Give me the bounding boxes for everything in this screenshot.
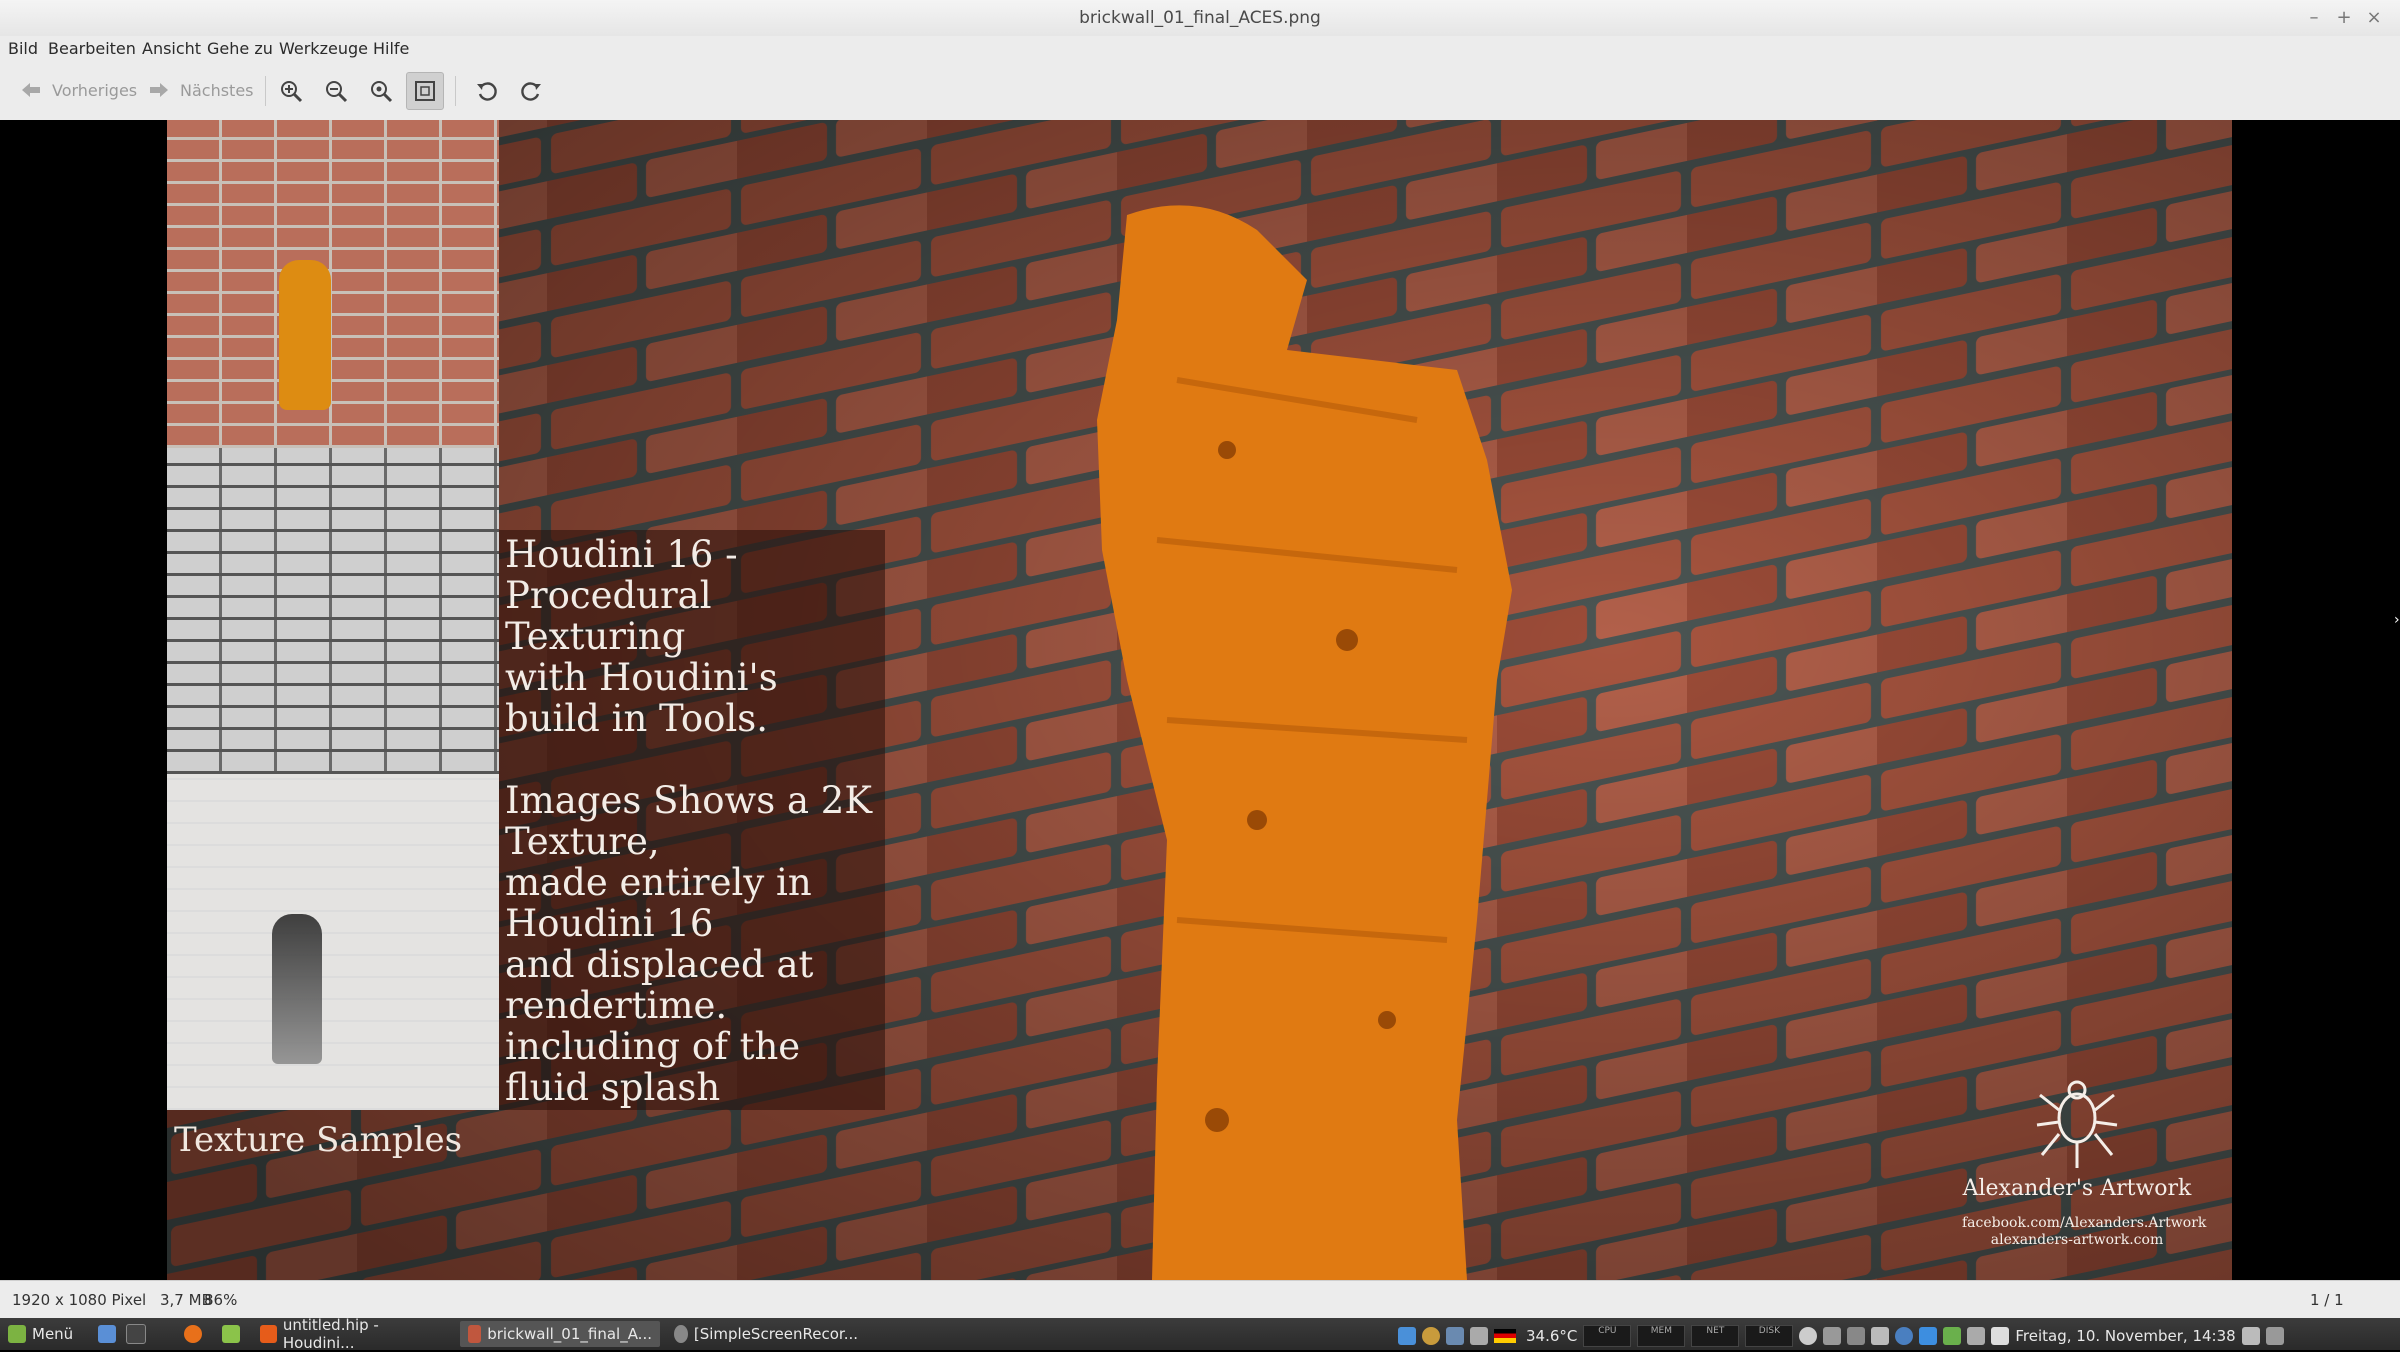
brand-logo: Alexander's Artwork facebook.com/Alexand…: [1962, 1070, 2207, 1249]
mem-label: MEM: [1650, 1326, 1672, 1336]
image-position: 1 / 1: [2310, 1291, 2344, 1309]
desktop-icon: [98, 1325, 116, 1343]
task-label: untitled.hip - Houdini...: [282, 1316, 379, 1352]
clock[interactable]: Freitag, 10. November, 14:38: [2015, 1327, 2235, 1345]
task-screen-recorder[interactable]: [SimpleScreenRecor...: [666, 1321, 866, 1347]
terminal-icon: [126, 1324, 146, 1344]
taskbar: Menü untitled.hip - Houdini... brickwall…: [0, 1316, 2400, 1352]
cpu-label: CPU: [1598, 1326, 1617, 1336]
volume-icon[interactable]: [1871, 1327, 1890, 1345]
texture-samples-caption: Texture Samples: [174, 1120, 463, 1160]
previous-button[interactable]: Vorheriges: [20, 72, 137, 108]
brand-facebook: facebook.com/Alexanders.Artwork: [1962, 1215, 2207, 1231]
overlay-body: Images Shows a 2K Texture, made entirely…: [505, 779, 872, 1109]
cpu-graph: CPU: [1583, 1325, 1632, 1347]
recorder-icon: [674, 1325, 688, 1343]
image-viewport[interactable]: Houdini 16 - Procedural Texturing with H…: [0, 120, 2400, 1280]
mint-menu-icon: [8, 1325, 26, 1343]
texture-sample-displacement: [167, 448, 499, 774]
image-viewer-icon: [468, 1325, 482, 1343]
net-graph: NET: [1691, 1325, 1740, 1347]
launcher-terminal[interactable]: [118, 1321, 154, 1347]
status-bar: 1920 x 1080 Pixel 3,7 MB 86% 1 / 1: [0, 1280, 2400, 1319]
calendar-icon[interactable]: [1991, 1327, 2010, 1345]
overlay-heading: Houdini 16 - Procedural Texturing with H…: [505, 533, 778, 740]
zoom-fit-button[interactable]: [406, 72, 444, 110]
next-label: Nächstes: [180, 80, 254, 100]
start-menu-label: Menü: [32, 1325, 74, 1343]
network-icon[interactable]: [1398, 1327, 1416, 1345]
next-button[interactable]: Nächstes: [148, 72, 254, 108]
brand-name: Alexander's Artwork: [1962, 1176, 2192, 1201]
disk-graph: DISK: [1745, 1325, 1794, 1347]
houdini-icon: [260, 1325, 277, 1343]
close-icon[interactable]: ×: [2360, 4, 2388, 32]
image-dimensions: 1920 x 1080 Pixel: [12, 1291, 147, 1309]
show-desktop-icon[interactable]: [2265, 1327, 2284, 1345]
rotate-left-icon: [477, 82, 497, 101]
fit-window-icon: [415, 81, 435, 101]
launcher-firefox[interactable]: [176, 1321, 210, 1347]
menu-gehe-zu[interactable]: Gehe zu: [207, 39, 273, 58]
zoom-original-icon: [371, 81, 393, 103]
brand-website: alexanders-artwork.com: [1990, 1232, 2164, 1248]
wifi-icon[interactable]: [1895, 1327, 1914, 1345]
toolbar: Vorheriges Nächstes: [0, 62, 2400, 121]
rotate-right-button[interactable]: [512, 72, 550, 110]
previous-label: Vorheriges: [52, 80, 138, 100]
maximize-icon[interactable]: +: [2330, 4, 2358, 32]
spider-logo-icon: [2036, 1080, 2118, 1168]
menu-bearbeiten[interactable]: Bearbeiten: [48, 39, 136, 58]
texture-sample-color: [167, 120, 499, 448]
zoom-in-button[interactable]: [272, 72, 310, 110]
launcher-files[interactable]: [214, 1321, 248, 1347]
system-tray: 34.6°C CPU MEM NET DISK Freitag, 10. Nov…: [1398, 1325, 2284, 1347]
rotate-left-button[interactable]: [468, 72, 506, 110]
toolbar-separator: [455, 76, 456, 106]
menu-bar: Bild Bearbeiten Ansicht Gehe zu Werkzeug…: [0, 36, 2400, 62]
keyboard-icon[interactable]: [1470, 1327, 1488, 1345]
window-title: brickwall_01_final_ACES.png: [1079, 8, 1321, 28]
menu-ansicht[interactable]: Ansicht: [142, 39, 201, 58]
chat-icon[interactable]: [2241, 1327, 2260, 1345]
texture-samples: [167, 120, 499, 1110]
clipboard-icon[interactable]: [1823, 1327, 1842, 1345]
rotate-right-icon: [521, 82, 541, 101]
task-houdini[interactable]: untitled.hip - Houdini...: [252, 1316, 452, 1352]
update-icon[interactable]: [1446, 1327, 1464, 1345]
toolbar-separator: [265, 76, 266, 106]
zoom-normal-button[interactable]: [362, 72, 400, 110]
weather-icon[interactable]: [1422, 1327, 1440, 1345]
texture-sample-mask: [167, 774, 499, 1110]
menu-hilfe[interactable]: Hilfe: [373, 39, 409, 58]
settings-icon[interactable]: [1847, 1327, 1866, 1345]
zoom-out-button[interactable]: [317, 72, 355, 110]
arrow-left-icon: [22, 83, 40, 97]
shield-icon[interactable]: [1943, 1327, 1962, 1345]
menu-werkzeuge[interactable]: Werkzeuge: [279, 39, 368, 58]
displayed-image: Houdini 16 - Procedural Texturing with H…: [167, 120, 2232, 1280]
task-label: [SimpleScreenRecor...: [693, 1325, 858, 1343]
mouse-cursor: ›: [2394, 612, 2400, 628]
net-label: NET: [1706, 1326, 1725, 1336]
minimize-icon[interactable]: –: [2300, 4, 2328, 32]
task-image-viewer[interactable]: brickwall_01_final_A...: [460, 1321, 660, 1347]
task-label: brickwall_01_final_A...: [487, 1325, 652, 1343]
disk-label: DISK: [1758, 1326, 1780, 1336]
folder-icon: [222, 1325, 240, 1343]
firefox-icon: [184, 1325, 202, 1343]
bluetooth-icon[interactable]: [1919, 1327, 1938, 1345]
start-menu-button[interactable]: Menü: [0, 1321, 81, 1347]
zoom-out-icon: [326, 81, 348, 103]
zoom-in-icon: [281, 81, 303, 103]
zoom-level: 86%: [204, 1291, 238, 1309]
temperature-readout: 34.6°C: [1526, 1327, 1578, 1345]
mem-graph: MEM: [1637, 1325, 1686, 1347]
notification-icon[interactable]: [1967, 1327, 1986, 1345]
user-icon[interactable]: [1799, 1327, 1818, 1345]
german-flag-icon[interactable]: [1494, 1329, 1516, 1343]
arrow-right-icon: [150, 83, 168, 97]
menu-bild[interactable]: Bild: [8, 39, 38, 58]
title-bar: brickwall_01_final_ACES.png – + ×: [0, 0, 2400, 36]
